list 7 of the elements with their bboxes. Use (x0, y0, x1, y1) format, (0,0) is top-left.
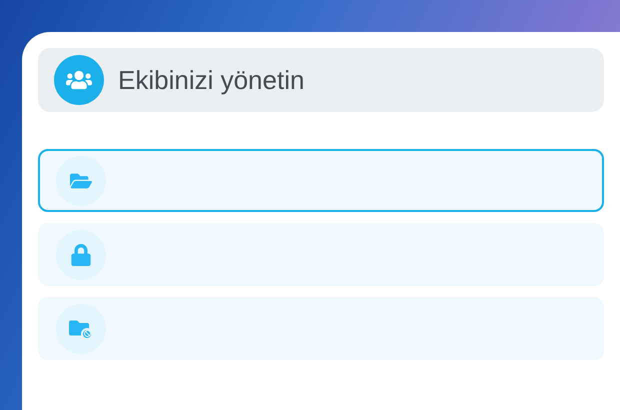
team-icon (54, 55, 104, 105)
folder-blocked-icon (69, 318, 93, 340)
header-title: Ekibinizi yönetin (118, 64, 304, 96)
option-row[interactable] (38, 149, 604, 212)
lock-icon (71, 244, 91, 266)
option-row[interactable] (38, 297, 604, 360)
option-row[interactable] (38, 223, 604, 286)
